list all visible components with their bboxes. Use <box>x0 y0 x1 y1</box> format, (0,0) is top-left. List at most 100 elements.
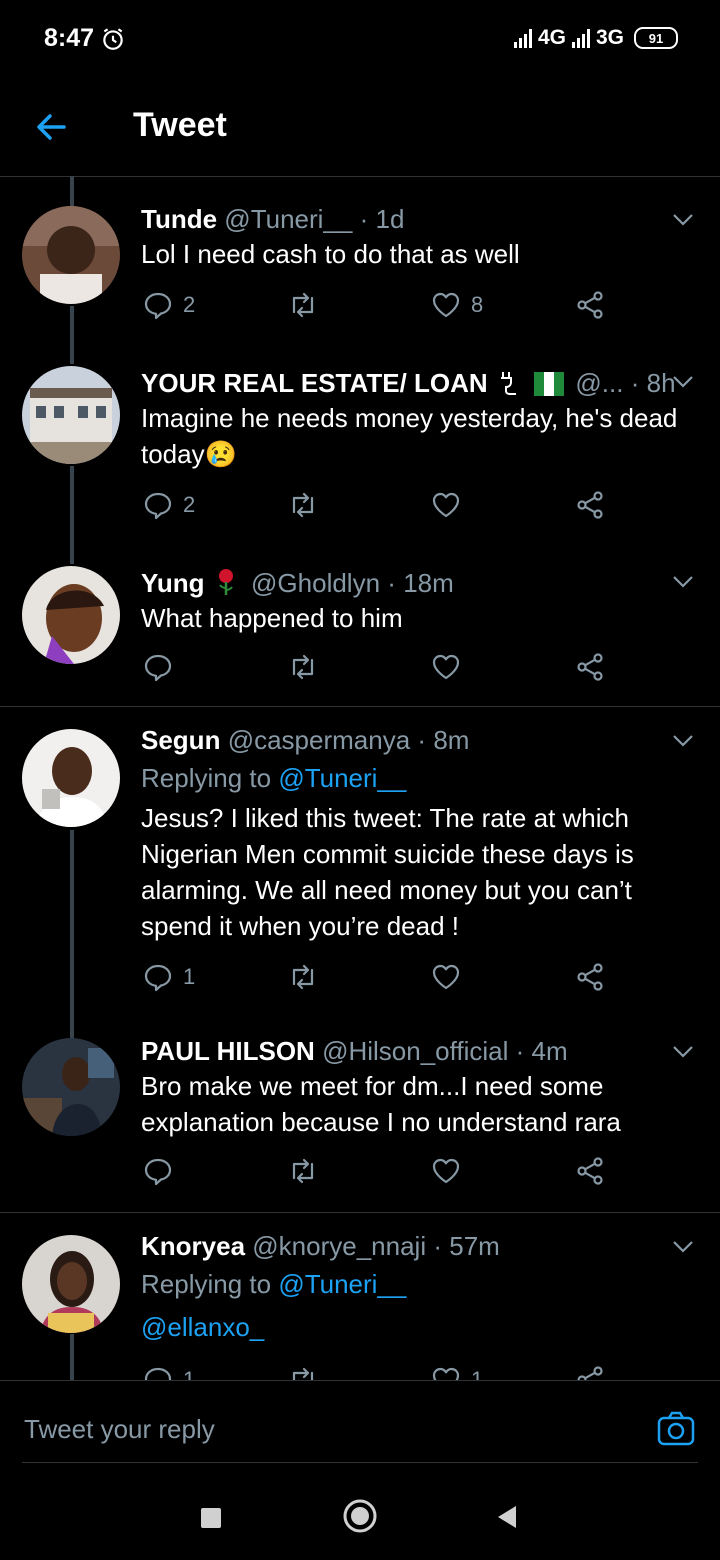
retweet-icon <box>292 292 314 318</box>
avatar[interactable] <box>22 1235 120 1333</box>
like-button[interactable] <box>431 1156 471 1186</box>
retweet-icon <box>292 1158 314 1184</box>
retweet-icon <box>292 1367 314 1380</box>
tweet-text[interactable]: @ellanxo_ <box>141 1309 701 1345</box>
display-name[interactable]: Yung <box>141 568 205 598</box>
avatar[interactable] <box>22 1038 120 1136</box>
user-handle[interactable]: @... <box>575 368 623 398</box>
like-count: 1 <box>471 1367 484 1380</box>
tweet-menu-button[interactable] <box>670 568 696 594</box>
status-time: 8:47 <box>44 24 95 52</box>
retweet-button[interactable] <box>287 490 329 520</box>
system-nav-bar <box>0 1463 720 1560</box>
user-handle[interactable]: @Tuneri__ <box>224 204 352 234</box>
chevron-down-icon <box>673 214 693 226</box>
like-button[interactable] <box>431 490 471 520</box>
avatar[interactable] <box>22 366 120 464</box>
tweet[interactable]: Knoryea @knorye_nnaji · 57m Replying to … <box>0 1213 720 1380</box>
separator-dot: · <box>387 568 396 598</box>
display-name[interactable]: Knoryea <box>141 1231 245 1261</box>
tweet-menu-button[interactable] <box>670 206 696 232</box>
tweet[interactable]: Yung @Gholdlyn · 18m What happened to hi… <box>0 564 720 707</box>
retweet-button[interactable] <box>287 962 329 992</box>
display-name[interactable]: Tunde <box>141 204 217 234</box>
tweet-text: Imagine he needs money yesterday, he's d… <box>141 403 678 469</box>
avatar[interactable] <box>22 566 120 664</box>
display-name[interactable]: Segun <box>141 725 220 755</box>
tweet-header: YOUR REAL ESTATE/ LOAN @... · 8h <box>141 368 676 403</box>
heart-icon <box>432 654 460 680</box>
camera-button[interactable] <box>656 1409 696 1449</box>
user-handle[interactable]: @caspermanya <box>228 725 410 755</box>
reply-button[interactable] <box>143 1156 183 1186</box>
replying-to: Replying to @Tuneri__ <box>141 763 406 794</box>
timestamp: 1d <box>375 204 405 234</box>
retweet-button[interactable] <box>287 1156 329 1186</box>
reply-button[interactable]: 1 <box>143 1365 195 1380</box>
retweet-button[interactable] <box>287 652 329 682</box>
retweet-button[interactable] <box>287 290 329 320</box>
tweet-menu-button[interactable] <box>670 368 696 394</box>
tweet-actions: 2 8 <box>141 290 611 324</box>
retweet-button[interactable] <box>287 1365 329 1380</box>
user-handle[interactable]: @Gholdlyn <box>251 568 380 598</box>
heart-icon <box>432 292 460 318</box>
tweet[interactable]: YOUR REAL ESTATE/ LOAN @... · 8h Imagine… <box>0 364 720 564</box>
like-button[interactable] <box>431 652 471 682</box>
status-indicators: 4G 3G 91 <box>513 26 678 50</box>
share-button[interactable] <box>575 290 605 320</box>
share-button[interactable] <box>575 1156 605 1186</box>
share-button[interactable] <box>575 1365 605 1380</box>
heart-icon <box>432 492 460 518</box>
share-icon <box>577 1366 603 1380</box>
share-button[interactable] <box>575 962 605 992</box>
tweet-actions <box>141 652 611 686</box>
tweet[interactable]: PAUL HILSON @Hilson_official · 4m Bro ma… <box>0 1036 720 1213</box>
tweet-header: PAUL HILSON @Hilson_official · 4m <box>141 1036 568 1067</box>
tweet-text: Jesus? I liked this tweet: The rate at w… <box>141 803 634 941</box>
avatar[interactable] <box>22 206 120 304</box>
home-circle-icon <box>343 1499 377 1533</box>
user-handle[interactable]: @knorye_nnaji <box>252 1231 426 1261</box>
like-button[interactable]: 1 <box>431 1365 483 1380</box>
back-nav-button[interactable] <box>496 1504 518 1535</box>
tweet-text: Lol I need cash to do that as well <box>141 239 520 269</box>
reply-button[interactable]: 1 <box>143 962 195 992</box>
tweet-menu-button[interactable] <box>670 727 696 753</box>
user-handle[interactable]: @Hilson_official <box>322 1036 508 1066</box>
tweet-menu-button[interactable] <box>670 1233 696 1259</box>
home-button[interactable] <box>343 1499 377 1538</box>
reply-button[interactable]: 2 <box>143 290 195 320</box>
reply-button[interactable] <box>143 652 183 682</box>
reply-icon <box>144 1367 172 1380</box>
page-title: Tweet <box>133 106 227 144</box>
like-button[interactable] <box>431 962 471 992</box>
tweet-text: Bro make we meet for dm...I need some ex… <box>141 1071 621 1137</box>
display-name[interactable]: PAUL HILSON <box>141 1036 315 1066</box>
tweet[interactable]: Segun @caspermanya · 8m Replying to @Tun… <box>0 707 720 1040</box>
share-icon <box>577 1157 603 1185</box>
reply-count: 1 <box>183 964 196 989</box>
avatar[interactable] <box>22 729 120 827</box>
network-type-1: 4G <box>537 26 566 49</box>
separator-dot: · <box>417 725 427 755</box>
replying-to-link[interactable]: @Tuneri__ <box>278 763 406 793</box>
tweet-menu-button[interactable] <box>670 1038 696 1064</box>
tweet[interactable]: Tunde @Tuneri__ · 1d Lol I need cash to … <box>0 176 720 364</box>
display-name[interactable]: YOUR REAL ESTATE/ LOAN <box>141 368 488 398</box>
like-button[interactable]: 8 <box>431 290 483 320</box>
recents-button[interactable] <box>200 1507 222 1534</box>
like-count: 8 <box>471 292 484 317</box>
share-button[interactable] <box>575 652 605 682</box>
back-button[interactable] <box>30 105 74 149</box>
replying-to-link[interactable]: @Tuneri__ <box>278 1269 406 1299</box>
reply-input[interactable] <box>22 1413 606 1446</box>
nigeria-flag-icon <box>534 372 565 396</box>
separator-dot: · <box>359 204 369 234</box>
reply-button[interactable]: 2 <box>143 490 195 520</box>
separator-dot: · <box>630 368 640 398</box>
tweet-header: Yung @Gholdlyn · 18m <box>141 568 454 603</box>
tweet-actions <box>141 1156 611 1190</box>
alarm-icon <box>100 26 126 57</box>
share-button[interactable] <box>575 490 605 520</box>
